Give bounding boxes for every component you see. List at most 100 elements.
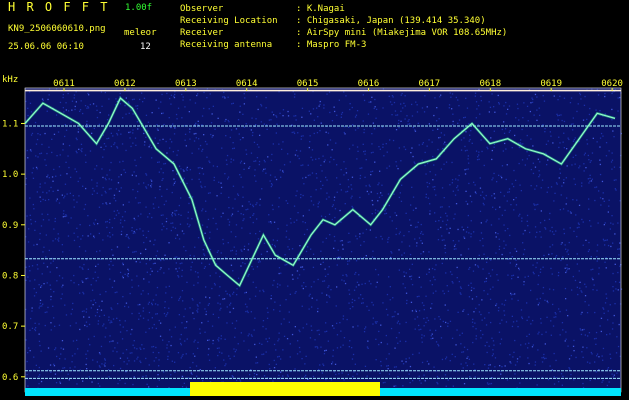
noise-dot: [519, 213, 521, 215]
noise-dot: [112, 264, 114, 266]
noise-dot: [616, 372, 618, 374]
noise-dot: [448, 107, 450, 109]
noise-dot: [60, 353, 62, 355]
noise-dot: [315, 158, 317, 160]
noise-dot: [283, 318, 285, 320]
noise-dot: [473, 311, 475, 313]
noise-dot: [151, 304, 153, 306]
noise-dot: [172, 184, 175, 186]
noise-dot: [348, 293, 351, 295]
noise-dot: [107, 235, 109, 237]
noise-dot: [148, 281, 150, 283]
noise-dot: [69, 367, 71, 369]
noise-dot: [536, 185, 538, 187]
noise-dot: [79, 224, 81, 226]
noise-dot: [540, 187, 542, 189]
noise-dot: [506, 379, 509, 381]
noise-dot: [86, 120, 88, 122]
noise-dot: [606, 239, 608, 241]
noise-dot: [376, 192, 379, 195]
noise-dot: [170, 374, 172, 376]
noise-dot: [322, 155, 324, 157]
noise-dot: [511, 278, 513, 280]
noise-dot: [532, 98, 534, 101]
noise-dot: [192, 361, 194, 364]
noise-layer: [24, 87, 623, 394]
noise-dot: [304, 222, 306, 224]
noise-dot: [414, 130, 417, 132]
noise-dot: [567, 253, 570, 255]
noise-dot: [127, 268, 129, 270]
noise-dot: [182, 300, 184, 302]
noise-dot: [485, 324, 488, 326]
noise-dot: [109, 268, 111, 270]
noise-dot: [254, 317, 256, 319]
noise-dot: [155, 327, 157, 330]
noise-dot: [97, 276, 99, 279]
noise-dot: [483, 164, 485, 167]
noise-dot: [228, 224, 230, 226]
noise-dot: [181, 93, 183, 96]
noise-dot: [539, 161, 541, 163]
noise-dot: [556, 183, 558, 185]
noise-dot: [540, 318, 542, 320]
noise-dot: [481, 150, 483, 153]
noise-dot: [591, 277, 593, 279]
noise-dot: [590, 180, 593, 182]
noise-dot: [237, 119, 240, 121]
noise-dot: [599, 325, 601, 327]
noise-dot: [212, 217, 214, 219]
noise-dot: [163, 371, 165, 373]
noise-dot: [143, 348, 145, 350]
noise-dot: [507, 191, 509, 193]
noise-dot: [579, 92, 581, 94]
noise-dot: [249, 203, 252, 205]
noise-dot: [364, 328, 366, 330]
noise-dot: [576, 110, 578, 113]
noise-dot: [145, 126, 147, 128]
noise-dot: [52, 190, 54, 192]
noise-dot: [34, 322, 36, 324]
noise-dot: [37, 133, 39, 135]
noise-dot: [537, 283, 539, 286]
noise-dot: [275, 363, 277, 365]
noise-dot: [550, 334, 552, 336]
noise-dot: [123, 361, 125, 363]
noise-dot: [577, 293, 579, 296]
noise-dot: [134, 159, 136, 161]
noise-dot: [265, 172, 267, 174]
noise-dot: [52, 305, 54, 307]
noise-dot: [458, 105, 460, 107]
noise-dot: [151, 157, 153, 159]
noise-dot: [132, 383, 134, 386]
noise-dot: [456, 329, 458, 331]
noise-dot: [189, 366, 191, 369]
noise-dot: [202, 208, 204, 210]
noise-dot: [487, 257, 489, 259]
noise-dot: [122, 117, 124, 119]
noise-dot: [542, 286, 545, 289]
noise-dot: [400, 94, 402, 96]
noise-dot: [524, 276, 526, 278]
noise-dot: [34, 229, 36, 231]
noise-dot: [488, 345, 490, 347]
noise-dot: [133, 230, 135, 233]
noise-dot: [240, 249, 242, 251]
noise-dot: [47, 213, 49, 216]
noise-dot: [408, 357, 410, 359]
noise-dot: [401, 254, 403, 256]
noise-dot: [287, 246, 289, 248]
noise-dot: [28, 228, 30, 230]
noise-dot: [611, 215, 613, 217]
noise-dot: [416, 111, 419, 113]
noise-dot: [53, 133, 56, 135]
noise-dot: [85, 321, 88, 323]
noise-dot: [277, 340, 279, 342]
noise-dot: [467, 168, 469, 170]
noise-dot: [399, 231, 401, 233]
noise-dot: [30, 134, 33, 136]
noise-dot: [374, 106, 376, 108]
noise-dot: [226, 163, 228, 166]
noise-dot: [365, 159, 367, 161]
noise-dot: [143, 132, 145, 135]
